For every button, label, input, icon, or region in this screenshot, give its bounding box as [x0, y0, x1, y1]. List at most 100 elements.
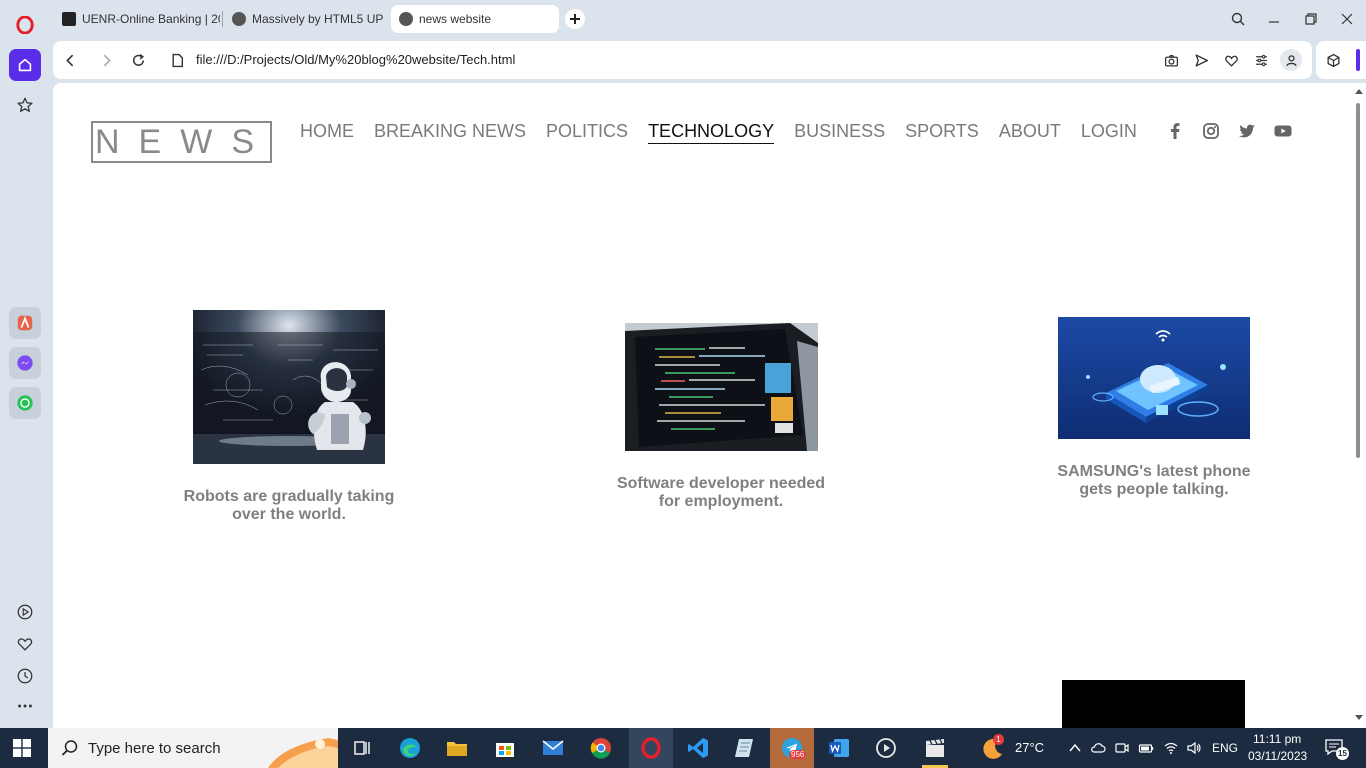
search-icon	[1231, 12, 1245, 26]
nav-technology[interactable]: TECHNOLOGY	[648, 121, 775, 144]
software-article-image[interactable]	[625, 323, 818, 451]
edge-icon	[400, 738, 420, 758]
close-window-button[interactable]	[1336, 8, 1358, 30]
tab-title: Massively by HTML5 UP	[252, 12, 384, 26]
media-player-app[interactable]	[872, 734, 900, 762]
web-page: NEWS HOME BREAKING NEWS POLITICS TECHNOL…	[53, 83, 1366, 728]
notes-app[interactable]	[731, 734, 759, 762]
file-explorer-app[interactable]	[443, 734, 471, 762]
taskbar-search[interactable]: Type here to search	[48, 728, 338, 768]
scroll-up-icon[interactable]	[1355, 88, 1363, 94]
nav-login[interactable]: LOGIN	[1081, 121, 1137, 144]
wifi-icon[interactable]	[1163, 740, 1179, 756]
sidebar-toggle-indicator[interactable]	[1356, 49, 1360, 71]
scroll-thumb[interactable]	[1356, 103, 1360, 458]
tab-strip: UENR-Online Banking | 20 Massively by HT…	[50, 0, 1366, 38]
edge-app[interactable]	[396, 734, 424, 762]
tab-uenr-banking[interactable]: UENR-Online Banking | 20	[54, 5, 220, 33]
aria-icon[interactable]	[9, 307, 41, 339]
camera-icon	[1164, 54, 1178, 66]
scroll-down-icon[interactable]	[1355, 715, 1363, 721]
nav-about[interactable]: ABOUT	[999, 121, 1061, 144]
volume-icon[interactable]	[1186, 740, 1202, 756]
tab-news-website[interactable]: news website	[391, 5, 559, 33]
player-icon[interactable]	[9, 596, 41, 628]
home-icon[interactable]	[9, 49, 41, 81]
meet-now-icon[interactable]	[1114, 740, 1130, 756]
easy-setup-button[interactable]	[1251, 50, 1271, 70]
profile-button[interactable]	[1280, 49, 1302, 71]
page-scrollbar[interactable]	[1352, 83, 1366, 728]
opera-app[interactable]	[629, 728, 673, 768]
nav-politics[interactable]: POLITICS	[546, 121, 628, 144]
messenger-icon[interactable]	[9, 347, 41, 379]
clapperboard-app[interactable]	[916, 728, 954, 768]
word-app[interactable]	[825, 734, 853, 762]
clock-time[interactable]: 11:11 pm	[1253, 732, 1301, 746]
tab-search-button[interactable]	[1227, 8, 1249, 30]
cloud-sync-icon[interactable]	[1090, 740, 1106, 756]
nav-breaking-news[interactable]: BREAKING NEWS	[374, 121, 526, 144]
youtube-icon[interactable]	[1273, 121, 1293, 141]
task-view-button[interactable]	[348, 734, 376, 762]
windows-start-icon[interactable]	[13, 739, 31, 757]
settings-sliders-icon	[1255, 54, 1267, 66]
clock-date[interactable]: 03/11/2023	[1248, 749, 1307, 763]
telegram-badge: 956	[789, 750, 807, 759]
extensions-button[interactable]	[1323, 50, 1343, 70]
instagram-icon[interactable]	[1201, 121, 1221, 141]
snapshot-button[interactable]	[1161, 50, 1181, 70]
minimize-button[interactable]	[1263, 8, 1285, 30]
bookmark-button[interactable]	[1221, 50, 1241, 70]
whatsapp-icon[interactable]	[9, 387, 41, 419]
tab-title: UENR-Online Banking | 20	[82, 12, 220, 26]
weather-temperature[interactable]: 27°C	[1015, 740, 1044, 755]
browser-sidebar	[0, 0, 50, 728]
card-title[interactable]: SAMSUNG's latest phone gets people talki…	[1039, 463, 1269, 499]
minimize-icon	[1269, 21, 1279, 23]
vscode-app[interactable]	[684, 734, 712, 762]
globe-icon	[399, 12, 413, 26]
chevron-up-icon[interactable]	[1067, 740, 1083, 756]
clapperboard-icon	[926, 739, 944, 757]
notification-center-button[interactable]: 15	[1324, 738, 1349, 760]
reload-button[interactable]	[128, 50, 148, 70]
chevron-left-icon	[65, 54, 73, 66]
weather-widget[interactable]: 1	[980, 734, 1006, 762]
heart-icon[interactable]	[9, 628, 41, 660]
robot-article-image[interactable]	[193, 310, 385, 464]
telegram-app[interactable]: 956	[770, 728, 814, 768]
twitter-icon[interactable]	[1237, 121, 1257, 141]
site-logo[interactable]: NEWS	[91, 121, 272, 163]
send-button[interactable]	[1191, 50, 1211, 70]
more-icon[interactable]	[9, 690, 41, 722]
tab-title: news website	[419, 12, 492, 26]
new-tab-button[interactable]	[565, 9, 585, 29]
chrome-app[interactable]	[587, 734, 615, 762]
restore-icon	[1305, 13, 1317, 25]
language-indicator[interactable]: ENG	[1212, 741, 1238, 755]
history-icon[interactable]	[9, 660, 41, 692]
forward-button[interactable]	[96, 50, 116, 70]
word-icon	[829, 739, 849, 757]
search-icon	[61, 740, 78, 756]
main-nav: HOME BREAKING NEWS POLITICS TECHNOLOGY B…	[300, 121, 1137, 144]
card-title[interactable]: Robots are gradually taking over the wor…	[174, 488, 404, 524]
address-field[interactable]: file:///D:/Projects/Old/My%20blog%20webs…	[196, 52, 515, 67]
nav-sports[interactable]: SPORTS	[905, 121, 979, 144]
store-app[interactable]	[491, 734, 519, 762]
mail-app[interactable]	[539, 734, 567, 762]
facebook-icon[interactable]	[1165, 121, 1185, 141]
vscode-icon	[688, 738, 708, 758]
store-icon	[496, 743, 514, 757]
nav-business[interactable]: BUSINESS	[794, 121, 885, 144]
nav-home[interactable]: HOME	[300, 121, 354, 144]
battery-icon[interactable]	[1138, 740, 1154, 756]
restore-button[interactable]	[1300, 8, 1322, 30]
samsung-article-image[interactable]	[1058, 317, 1250, 439]
tab-massively[interactable]: Massively by HTML5 UP	[224, 5, 384, 33]
card-title[interactable]: Software developer needed for employment…	[606, 475, 836, 511]
back-button[interactable]	[60, 50, 80, 70]
star-icon[interactable]	[9, 89, 41, 121]
opera-logo-icon[interactable]	[9, 9, 41, 41]
